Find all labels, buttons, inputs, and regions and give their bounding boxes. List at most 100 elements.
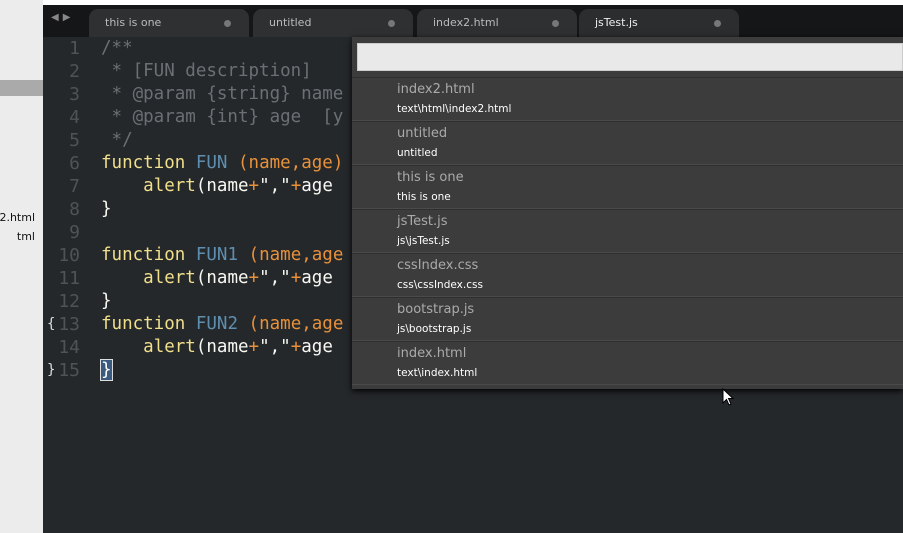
line-number: 15 <box>58 360 80 381</box>
palette-item-path: js\bootstrap.js <box>397 323 472 335</box>
palette-item-path: untitled <box>397 147 438 159</box>
line-number: 6 <box>69 153 80 174</box>
tab-index2[interactable]: index2.html <box>417 9 577 37</box>
fold-marker-icon[interactable]: } <box>47 362 55 378</box>
line-number: 13 <box>58 314 80 335</box>
code-token: */ <box>101 130 133 150</box>
code-token: name <box>206 337 249 357</box>
palette-item[interactable]: untitled untitled <box>352 121 903 165</box>
close-dot-icon[interactable] <box>552 20 559 27</box>
code-line[interactable]: * @param {string} name <box>101 83 344 106</box>
code-token: function <box>101 153 186 173</box>
code-line[interactable]: alert(name+","+age <box>101 175 333 198</box>
code-token: alert <box>143 176 196 196</box>
code-line[interactable]: * [FUN description] <box>101 60 312 83</box>
code-line[interactable]: } <box>100 359 113 382</box>
palette-item-title: untitled <box>397 126 448 141</box>
palette-item-title: bootstrap.js <box>397 302 475 317</box>
code-line[interactable]: /** <box>101 37 133 60</box>
palette-item-path: text\index.html <box>397 367 478 379</box>
code-token: ( <box>195 176 207 196</box>
palette-item-title: index.html <box>397 346 467 361</box>
code-token: (name,age) <box>238 153 344 173</box>
code-token: + <box>290 176 302 196</box>
code-line[interactable]: * @param {int} age [y <box>101 106 344 129</box>
code-token: } <box>101 291 112 311</box>
code-token: (name,age <box>248 314 344 334</box>
palette-item[interactable]: index2.html text\html\index2.html <box>352 77 903 121</box>
code-token: + <box>248 176 260 196</box>
code-line[interactable]: } <box>101 290 112 313</box>
code-token: + <box>248 337 260 357</box>
palette-item[interactable]: jsTest.js js\jsTest.js <box>352 209 903 253</box>
code-line[interactable]: */ <box>101 129 133 152</box>
line-number: 14 <box>58 337 80 358</box>
code-token: function <box>101 314 186 334</box>
palette-item[interactable]: this is one this is one <box>352 165 903 209</box>
code-token: FUN2 <box>195 314 238 334</box>
code-token: "," <box>259 337 291 357</box>
palette-item[interactable]: bootstrap.js js\bootstrap.js <box>352 297 903 341</box>
tab-nav-arrows-icon[interactable]: ◀▶ <box>51 12 74 23</box>
palette-item-title: index2.html <box>397 82 475 97</box>
close-dot-icon[interactable] <box>388 20 395 27</box>
line-number: 9 <box>69 222 80 243</box>
tab-this-is-one[interactable]: this is one <box>89 9 249 37</box>
line-number: 2 <box>69 61 80 82</box>
code-token: age <box>301 268 333 288</box>
background-window: x2.html tml <box>0 0 43 533</box>
line-number: 3 <box>69 84 80 105</box>
tab-label: this is one <box>105 16 162 29</box>
code-token: "," <box>259 268 291 288</box>
line-number: 11 <box>58 268 80 289</box>
palette-item-title: cssIndex.css <box>397 258 479 273</box>
palette-item-path: js\jsTest.js <box>397 235 450 247</box>
palette-search-input[interactable] <box>357 43 903 71</box>
fold-marker-icon[interactable]: { <box>47 316 55 332</box>
tab-jstest[interactable]: jsTest.js <box>579 9 739 37</box>
code-token: alert <box>143 337 196 357</box>
code-token: * @param {int} age [y <box>101 107 344 127</box>
code-token: function <box>101 245 186 265</box>
background-file[interactable]: x2.html <box>0 211 35 224</box>
background-file[interactable]: tml <box>17 230 35 243</box>
palette-item-title: this is one <box>397 170 464 185</box>
code-token: age <box>301 337 333 357</box>
tab-label: jsTest.js <box>595 16 638 29</box>
code-line[interactable]: function FUN2 (name,age <box>101 313 343 336</box>
mouse-cursor-icon <box>722 388 735 406</box>
code-line[interactable]: } <box>101 198 112 221</box>
line-number: 5 <box>69 130 80 151</box>
code-token: (name,age <box>248 245 344 265</box>
code-token: FUN <box>195 153 228 173</box>
code-token: + <box>290 268 302 288</box>
code-token: /** <box>101 38 133 58</box>
code-token: name <box>206 176 249 196</box>
goto-anything-palette: index2.html text\html\index2.html untitled… <box>352 37 903 389</box>
line-number: 12 <box>58 291 80 312</box>
palette-item-title: jsTest.js <box>397 214 448 229</box>
close-dot-icon[interactable] <box>224 20 231 27</box>
palette-item-path: this is one <box>397 191 451 203</box>
tab-label: untitled <box>269 16 312 29</box>
code-token: alert <box>143 268 196 288</box>
code-line[interactable]: function FUN1 (name,age <box>101 244 343 267</box>
code-token: ( <box>195 337 207 357</box>
code-line[interactable]: alert(name+","+age <box>101 267 333 290</box>
tab-untitled[interactable]: untitled <box>253 9 413 37</box>
code-token: } <box>101 199 112 219</box>
palette-item-path: text\html\index2.html <box>397 103 512 115</box>
line-number: 7 <box>69 176 80 197</box>
line-number: 1 <box>69 38 80 59</box>
line-number: 4 <box>69 107 80 128</box>
palette-item[interactable]: index.html text\index.html <box>352 341 903 385</box>
line-number: 8 <box>69 199 80 220</box>
palette-item[interactable]: cssIndex.css css\cssIndex.css <box>352 253 903 297</box>
code-token: name <box>206 268 249 288</box>
code-line[interactable]: alert(name+","+age <box>101 336 333 359</box>
code-token: * [FUN description] <box>101 61 312 81</box>
code-token: } <box>100 359 113 381</box>
line-number: 10 <box>58 245 80 266</box>
close-dot-icon[interactable] <box>714 20 721 27</box>
code-line[interactable]: function FUN (name,age) <box>101 152 343 175</box>
